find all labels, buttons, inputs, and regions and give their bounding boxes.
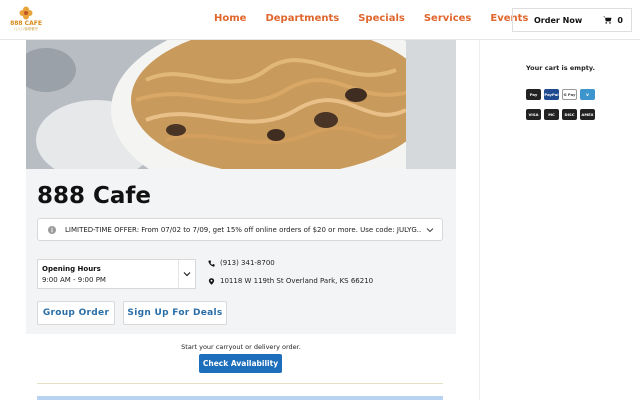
nav-specials[interactable]: Specials	[358, 13, 405, 24]
discover-icon: DISC	[562, 109, 577, 120]
section-divider	[37, 383, 443, 384]
order-now-button[interactable]: Order Now 0	[512, 8, 632, 32]
amex-icon: AMEX	[580, 109, 595, 120]
hours-divider	[178, 260, 179, 288]
noodle-bowl-image	[26, 40, 456, 169]
hero-food-image	[26, 40, 456, 169]
availability-prompt: Start your carryout or delivery order.	[181, 343, 301, 351]
next-section-strip	[37, 396, 443, 400]
cart-icon	[603, 16, 612, 24]
cart-sidebar: Your cart is empty. Pay PayPal G Pay V V…	[479, 40, 640, 400]
chevron-down-icon	[426, 227, 434, 232]
sign-up-deals-button[interactable]: Sign Up For Deals	[123, 301, 227, 325]
phone-icon	[208, 259, 215, 267]
hours-value: 9:00 AM - 9:00 PM	[42, 276, 106, 284]
venmo-icon: V	[580, 89, 595, 100]
phone-text: (913) 341-8700	[220, 259, 275, 267]
google-pay-icon: G Pay	[562, 89, 577, 100]
info-icon	[48, 225, 56, 234]
payment-methods-row-1: Pay PayPal G Pay V	[480, 89, 640, 100]
brand-logo[interactable]: 888 CAFE 八八八咖啡餐厅	[10, 6, 42, 36]
group-order-button[interactable]: Group Order	[37, 301, 115, 325]
opening-hours-dropdown[interactable]: Opening Hours 9:00 AM - 9:00 PM	[37, 259, 196, 289]
mastercard-icon: MC	[544, 109, 559, 120]
top-header: 888 CAFE 八八八咖啡餐厅 Home Departments Specia…	[0, 0, 640, 40]
check-availability-button[interactable]: Check Availability	[199, 354, 282, 373]
main-nav: Home Departments Specials Services Event…	[214, 13, 528, 24]
apple-pay-icon: Pay	[526, 89, 541, 100]
phone-number[interactable]: (913) 341-8700	[208, 259, 275, 267]
payment-methods-row-2: VISA MC DISC AMEX	[480, 109, 640, 120]
restaurant-title: 888 Cafe	[37, 183, 152, 209]
order-now-label: Order Now	[534, 15, 583, 25]
restaurant-panel: 888 Cafe LIMITED-TIME OFFER: From 07/02 …	[26, 40, 456, 400]
address[interactable]: 10118 W 119th St Overland Park, KS 66210	[208, 277, 373, 285]
nav-services[interactable]: Services	[424, 13, 472, 24]
cart-empty-message: Your cart is empty.	[526, 64, 595, 72]
chevron-down-icon	[183, 272, 191, 277]
availability-section: Start your carryout or delivery order. C…	[26, 334, 456, 400]
address-text: 10118 W 119th St Overland Park, KS 66210	[220, 277, 374, 285]
logo-flower-icon	[19, 6, 33, 20]
paypal-icon: PayPal	[544, 89, 559, 100]
offer-text: LIMITED-TIME OFFER: From 07/02 to 7/09, …	[65, 225, 422, 234]
logo-text: 888 CAFE	[10, 20, 42, 27]
visa-icon: VISA	[526, 109, 541, 120]
hours-label: Opening Hours	[42, 265, 101, 273]
nav-departments[interactable]: Departments	[265, 13, 339, 24]
cart-count: 0	[617, 15, 623, 25]
logo-subtitle: 八八八咖啡餐厅	[13, 27, 39, 31]
offer-banner[interactable]: LIMITED-TIME OFFER: From 07/02 to 7/09, …	[37, 218, 443, 241]
location-pin-icon	[208, 277, 215, 285]
nav-home[interactable]: Home	[214, 13, 246, 24]
